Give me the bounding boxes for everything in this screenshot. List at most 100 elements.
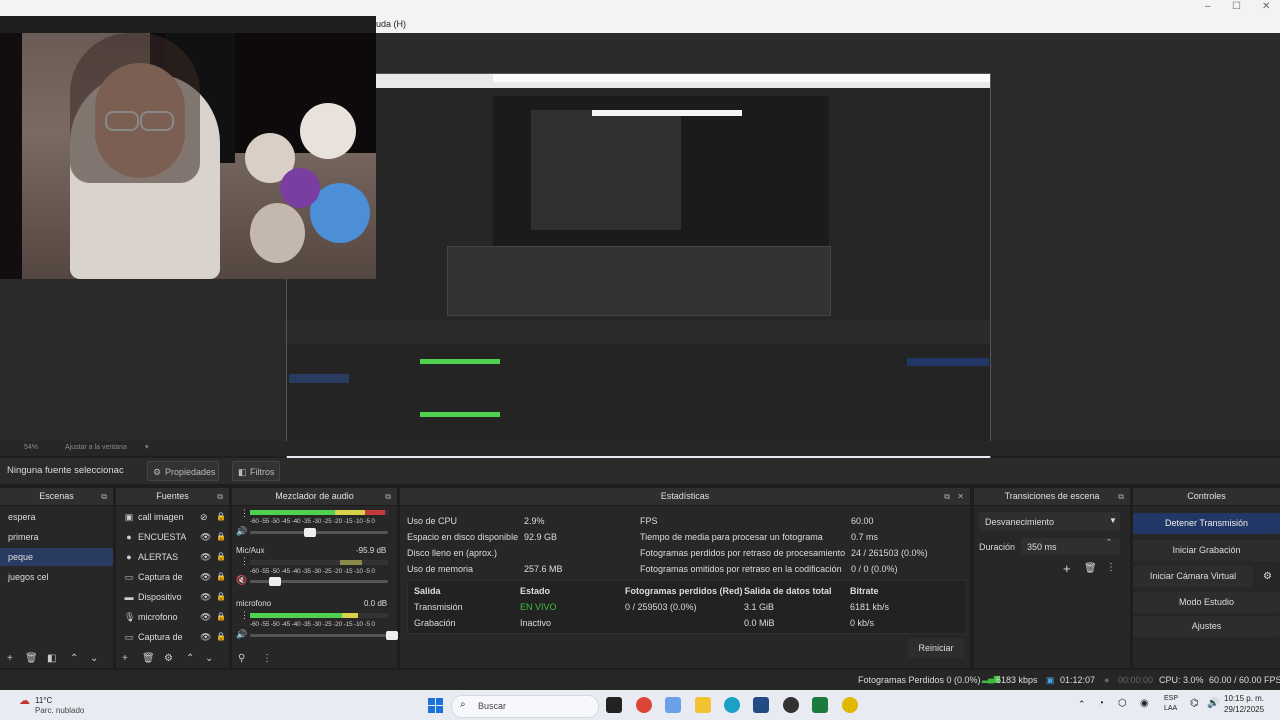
fit-to-window-option[interactable]: Ajustar a la ventana (65, 444, 127, 451)
duration-spinbox[interactable]: 350 ms ⌃ (1021, 538, 1120, 555)
trash-icon[interactable]: 🗑 (25, 653, 38, 664)
undock-icon[interactable]: ⧉ (101, 488, 107, 505)
speaker-icon[interactable]: 🔊 (236, 526, 247, 537)
settings-button[interactable]: Ajustes (1133, 616, 1280, 637)
chevron-up-icon[interactable]: ⌃ (1078, 699, 1086, 710)
volume-slider[interactable] (250, 528, 388, 537)
eye-icon[interactable]: 👁 (200, 567, 211, 587)
undock-icon[interactable]: ⧉ (217, 488, 223, 505)
trash-icon[interactable]: 🗑 (1084, 563, 1097, 574)
chevron-up-icon[interactable]: ⌃ (70, 653, 78, 664)
stat-label: Disco lleno en (aprox.) (407, 548, 498, 558)
lock-icon[interactable]: 🔒 (216, 507, 226, 527)
language-indicator-top[interactable]: ESP (1164, 695, 1178, 702)
transition-select[interactable]: Desvanecimiento ▼ (979, 512, 1120, 531)
source-item[interactable]: ▣ call imagen ⊘ 🔒 (116, 507, 229, 527)
close-icon[interactable]: ✕ (957, 488, 964, 505)
undock-icon[interactable]: ⧉ (385, 488, 391, 505)
scene-item-juegos-cel[interactable]: juegos cel (0, 568, 113, 586)
lock-icon[interactable]: 🔒 (216, 567, 226, 587)
obs-icon[interactable] (783, 697, 799, 713)
clock-time[interactable]: 10:15 p. m. (1224, 694, 1264, 703)
stop-streaming-button[interactable]: Detener Transmisión (1133, 513, 1280, 534)
undock-icon[interactable]: ⧉ (944, 488, 950, 505)
menu-help[interactable]: uda (H) (376, 19, 406, 29)
kebab-menu-icon[interactable]: ⋮ (240, 556, 249, 567)
scene-item-peque[interactable]: peque (0, 548, 113, 566)
lock-icon[interactable]: 🔒 (216, 527, 226, 547)
tray-icon[interactable]: ◉ (1140, 698, 1149, 709)
minimize-button[interactable]: – (1205, 1, 1211, 12)
eye-icon[interactable]: 👁 (200, 527, 211, 547)
eye-icon[interactable]: 👁 (200, 587, 211, 607)
gear-icon[interactable]: ⚙ (1263, 571, 1272, 582)
lock-icon[interactable]: 🔒 (216, 627, 226, 647)
preview-canvas[interactable] (0, 33, 1280, 471)
trash-icon[interactable]: 🗑 (142, 653, 155, 664)
volume-slider[interactable] (250, 631, 398, 640)
network-icon[interactable]: ⌬ (1190, 698, 1199, 709)
studio-mode-button[interactable]: Modo Estudio (1133, 592, 1280, 613)
source-toolbar: Ninguna fuente seleccionac ⚙ Propiedades… (0, 458, 1280, 484)
speaker-icon[interactable]: 🔊 (236, 629, 247, 640)
gear-icon[interactable]: ⚙ (164, 653, 173, 664)
windows-start-icon[interactable] (428, 698, 443, 713)
start-recording-button[interactable]: Iniciar Grabación (1133, 540, 1280, 561)
app-icon[interactable] (842, 697, 858, 713)
source-item[interactable]: 🎙 microfono 👁 🔒 (116, 607, 229, 627)
properties-button[interactable]: ⚙ Propiedades (147, 461, 219, 481)
file-explorer-icon[interactable] (695, 697, 711, 713)
muted-speaker-icon[interactable]: 🔇 (236, 575, 247, 586)
maximize-button[interactable]: ☐ (1232, 1, 1241, 12)
eye-icon[interactable]: 👁 (200, 627, 211, 647)
copilot-icon[interactable] (665, 697, 681, 713)
weather-icon[interactable]: ☁ (19, 694, 30, 707)
tray-icon[interactable]: ◔ (1098, 698, 1104, 709)
language-indicator-bottom[interactable]: LAA (1164, 705, 1177, 712)
source-item[interactable]: ▭ Captura de 👁 🔒 (116, 567, 229, 587)
start-virtual-camera-button[interactable]: Iniciar Cámara Virtual (1133, 566, 1253, 587)
eye-icon[interactable]: 👁 (200, 607, 211, 627)
kebab-menu-icon[interactable]: ⋮ (240, 508, 249, 519)
clock-date[interactable]: 29/12/2025 (1224, 705, 1264, 714)
chevron-up-icon[interactable]: ⌃ (1106, 538, 1112, 546)
filters-button[interactable]: ◧ Filtros (232, 461, 280, 481)
add-source-icon[interactable]: + (122, 653, 128, 664)
volume-slider[interactable] (250, 577, 388, 586)
chevron-down-icon[interactable]: ⌄ (205, 653, 213, 664)
lock-icon[interactable]: 🔒 (216, 607, 226, 627)
chrome-icon[interactable] (636, 697, 652, 713)
filter-icon[interactable]: ◧ (47, 653, 56, 664)
kebab-menu-icon[interactable]: ⋮ (262, 653, 272, 664)
close-button[interactable]: ✕ (1262, 1, 1270, 12)
excel-icon[interactable] (812, 697, 828, 713)
lock-icon[interactable]: 🔒 (216, 587, 226, 607)
volume-icon[interactable]: 🔊 (1207, 698, 1219, 709)
source-item[interactable]: ▬ Dispositivo 👁 🔒 (116, 587, 229, 607)
scene-item-primera[interactable]: primera (0, 528, 113, 546)
chevron-up-icon[interactable]: ⌃ (186, 653, 194, 664)
advanced-audio-icon[interactable]: ⚲ (238, 653, 245, 664)
lock-icon[interactable]: 🔒 (216, 547, 226, 567)
zoom-level[interactable]: 54% (24, 444, 38, 451)
add-scene-icon[interactable]: + (7, 653, 13, 664)
add-transition-icon[interactable]: + (1063, 561, 1071, 576)
source-item[interactable]: ● ALERTAS 👁 🔒 (116, 547, 229, 567)
chevron-down-icon[interactable]: ⌄ (90, 653, 98, 664)
tray-icon[interactable]: ⬡ (1118, 698, 1127, 709)
live-time: 01:12:07 (1060, 675, 1096, 685)
chevron-down-icon[interactable]: ▾ (145, 443, 149, 451)
source-item[interactable]: ● ENCUESTA 👁 🔒 (116, 527, 229, 547)
kebab-menu-icon[interactable]: ⋮ (1106, 562, 1116, 573)
taskbar-search-box[interactable]: ⌕ Buscar (451, 695, 599, 718)
task-view-icon[interactable] (606, 697, 622, 713)
kebab-menu-icon[interactable]: ⋮ (240, 610, 249, 621)
edge-icon[interactable] (724, 697, 740, 713)
eye-icon[interactable]: 👁 (200, 547, 211, 567)
scene-item-espera[interactable]: espera (0, 508, 113, 526)
store-icon[interactable] (753, 697, 769, 713)
undock-icon[interactable]: ⧉ (1118, 488, 1124, 505)
hidden-eye-icon[interactable]: ⊘ (200, 507, 208, 527)
source-item[interactable]: ▭ Captura de 👁 🔒 (116, 627, 229, 647)
reset-button[interactable]: Reiniciar (908, 638, 964, 658)
